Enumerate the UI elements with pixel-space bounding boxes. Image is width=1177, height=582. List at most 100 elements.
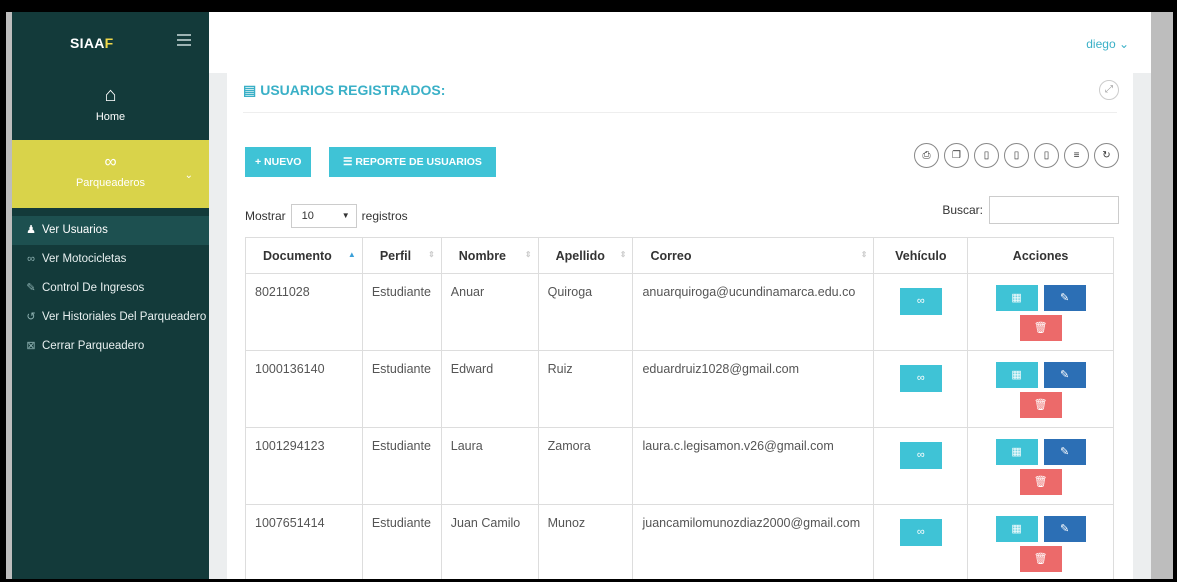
show-label: Mostrar (245, 209, 286, 223)
edit-button[interactable]: ✎ (1043, 516, 1086, 542)
column-header-acciones: Acciones (967, 237, 1114, 274)
cell-documento: 80211028 (245, 273, 363, 351)
pencil-icon: ✎ (1059, 523, 1070, 535)
search-control: Buscar: (942, 196, 1119, 224)
sidebar-item-label: Control De Ingresos (42, 282, 145, 294)
trash-icon: 🗑 (1033, 476, 1048, 488)
home-icon: ⌂ (104, 84, 117, 106)
edit-icon: ✎ (26, 282, 36, 294)
caret-down-icon: ▼ (341, 211, 350, 220)
table-header-row: Documento ▲ Perfil ⇕ Nombre ⇕ Apellido ⇕ Cor… (245, 237, 1114, 274)
sidebar: SIAAF ⌂ Home ∞ Parqueaderos ⌄ ♟ Ver Usua… (12, 12, 209, 579)
column-header-apellido[interactable]: Apellido ⇕ (537, 237, 634, 274)
cell-apellido: Ruiz (537, 350, 634, 428)
user-menu[interactable]: diego ⌄ (1086, 37, 1129, 51)
vehicle-button[interactable]: ∞ (899, 442, 942, 469)
brand: SIAAF (12, 12, 209, 73)
grid-icon: ▦ (1011, 446, 1022, 458)
topbar: diego ⌄ (209, 12, 1151, 73)
sort-icon: ⇕ (619, 250, 627, 259)
column-header-correo[interactable]: Correo ⇕ (632, 237, 875, 274)
cell-perfil: Estudiante (361, 504, 442, 579)
cell-documento: 1001294123 (245, 427, 363, 505)
sidebar-item-label: Parqueaderos (75, 177, 146, 189)
sort-icon: ⇕ (524, 250, 532, 259)
view-button[interactable]: ▦ (995, 362, 1038, 388)
cell-nombre: Anuar (440, 273, 539, 351)
submenu: ♟ Ver Usuarios ∞ Ver Motocicletas ✎ Cont… (12, 216, 209, 361)
sort-icon: ⇕ (428, 250, 435, 259)
divider (243, 112, 1117, 113)
sidebar-item-historiales[interactable]: ↺ Ver Historiales Del Parqueadero (12, 303, 209, 332)
motorcycle-icon: ∞ (916, 526, 925, 538)
sort-asc-icon: ▲ (347, 250, 356, 259)
delete-button[interactable]: 🗑 (1019, 392, 1062, 418)
vehicle-button[interactable]: ∞ (899, 519, 942, 546)
cell-vehiculo: ∞ (873, 427, 969, 505)
hamburger-icon[interactable] (177, 34, 191, 46)
trash-icon: 🗑 (1033, 322, 1048, 334)
edit-button[interactable]: ✎ (1043, 362, 1086, 388)
grid-icon: ▦ (1011, 369, 1022, 381)
excel-icon[interactable]: ▯ (1004, 143, 1029, 168)
cell-apellido: Zamora (537, 427, 634, 505)
pencil-icon: ✎ (1059, 369, 1070, 381)
records-label: registros (361, 209, 408, 223)
cell-correo: laura.c.legisamon.v26@gmail.com (632, 427, 875, 505)
refresh-icon[interactable]: ↻ (1094, 143, 1119, 168)
view-button[interactable]: ▦ (995, 516, 1038, 542)
csv-icon[interactable]: ▯ (1034, 143, 1059, 168)
close-box-icon: ⊠ (26, 340, 36, 352)
vehicle-button[interactable]: ∞ (899, 365, 942, 392)
sidebar-item-parqueaderos[interactable]: ∞ Parqueaderos ⌄ (12, 140, 209, 208)
sidebar-item-ver-motocicletas[interactable]: ∞ Ver Motocicletas (12, 245, 209, 274)
page-size-select[interactable]: 10 ▼ (290, 204, 357, 228)
copy-icon[interactable]: ❐ (944, 143, 969, 168)
cell-acciones: ▦ ✎ 🗑 (967, 504, 1114, 579)
sidebar-item-cerrar-parqueadero[interactable]: ⊠ Cerrar Parqueadero (12, 332, 209, 361)
table-row: 80211028 Estudiante Anuar Quiroga anuarq… (245, 273, 1114, 351)
columns-icon[interactable]: ≡ (1064, 143, 1089, 168)
column-header-vehiculo: Vehículo (873, 237, 969, 274)
sidebar-item-home[interactable]: ⌂ Home (12, 73, 209, 140)
cell-nombre: Juan Camilo (440, 504, 539, 579)
cell-vehiculo: ∞ (873, 350, 969, 428)
edit-button[interactable]: ✎ (1043, 285, 1086, 311)
view-button[interactable]: ▦ (995, 439, 1038, 465)
sort-icon: ⇕ (860, 250, 868, 259)
brand-logo[interactable]: SIAAF (70, 35, 114, 51)
cell-nombre: Edward (440, 350, 539, 428)
sidebar-item-control-ingresos[interactable]: ✎ Control De Ingresos (12, 274, 209, 303)
motorcycle-icon: ∞ (916, 372, 925, 384)
cell-documento: 1007651414 (245, 504, 363, 579)
cell-apellido: Munoz (537, 504, 634, 579)
new-user-button[interactable]: + NUEVO (245, 147, 312, 177)
delete-button[interactable]: 🗑 (1019, 546, 1062, 572)
column-header-perfil[interactable]: Perfil ⇕ (361, 237, 442, 274)
motorcycle-icon: ∞ (916, 449, 925, 461)
cell-vehiculo: ∞ (873, 504, 969, 579)
delete-button[interactable]: 🗑 (1019, 315, 1062, 341)
cell-acciones: ▦ ✎ 🗑 (967, 273, 1114, 351)
sidebar-item-ver-usuarios[interactable]: ♟ Ver Usuarios (12, 216, 209, 245)
app-window: SIAAF ⌂ Home ∞ Parqueaderos ⌄ ♟ Ver Usua… (6, 12, 1173, 579)
column-header-documento[interactable]: Documento ▲ (245, 237, 363, 274)
view-button[interactable]: ▦ (995, 285, 1038, 311)
page-title: ▤ USUARIOS REGISTRADOS: (243, 82, 446, 98)
chevron-down-icon: ⌄ (184, 170, 193, 181)
column-header-nombre[interactable]: Nombre ⇕ (440, 237, 539, 274)
edit-button[interactable]: ✎ (1043, 439, 1086, 465)
export-toolbar: ⎙ ❐ ▯ ▯ ▯ ≡ ↻ (914, 143, 1119, 168)
user-report-button[interactable]: ☰ REPORTE DE USUARIOS (329, 147, 496, 177)
motorcycle-icon: ∞ (27, 253, 35, 265)
print-icon[interactable]: ⎙ (914, 143, 939, 168)
search-input[interactable] (989, 196, 1119, 224)
vehicle-button[interactable]: ∞ (899, 288, 942, 315)
page-length-control: Mostrar 10 ▼ registros (245, 204, 408, 228)
sidebar-item-label: Ver Historiales Del Parqueadero (42, 311, 207, 323)
pdf-icon[interactable]: ▯ (974, 143, 999, 168)
expand-icon[interactable]: ⤢ (1099, 80, 1119, 100)
delete-button[interactable]: 🗑 (1019, 469, 1062, 495)
sidebar-item-label: Ver Motocicletas (42, 253, 127, 265)
table-row: 1000136140 Estudiante Edward Ruiz eduard… (245, 350, 1114, 428)
